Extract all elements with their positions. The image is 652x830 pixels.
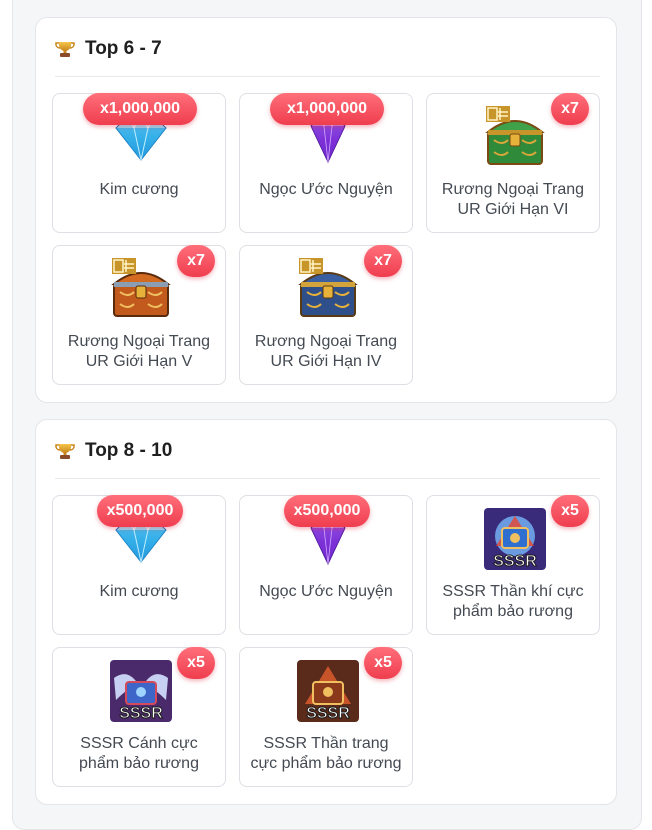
green-chest-icon <box>485 106 545 165</box>
quantity-badge: x500,000 <box>97 495 183 527</box>
reward-card[interactable]: x500,000 Ngọc Ước Nguyện <box>239 495 413 635</box>
trophy-icon <box>55 444 75 459</box>
reward-card[interactable]: x7 Rương Ngoại Trang UR Giới Hạn VI <box>426 93 600 233</box>
item-name: Ngọc Ước Nguyện <box>259 583 393 600</box>
reward-card[interactable]: SSSR x5 SSSR Cánh cực phẩm bảo rương <box>52 647 226 787</box>
quantity-badge: x7 <box>177 245 215 277</box>
reward-card[interactable]: x7 Rương Ngoại Trang UR Giới Hạn V <box>52 245 226 385</box>
section-top-6-7: Top 6 - 7 x1,000,000 Kim cương x1,000,00… <box>35 17 617 403</box>
svg-text:SSSR: SSSR <box>306 705 350 722</box>
svg-text:SSSR: SSSR <box>493 553 537 570</box>
quantity-badge: x7 <box>364 245 402 277</box>
reward-card[interactable]: x1,000,000 Kim cương <box>52 93 226 233</box>
reward-card[interactable]: SSSR x5 SSSR Thần trang cực phẩm bảo rươ… <box>239 647 413 787</box>
sssr-costume-chest-icon: SSSR <box>297 660 359 723</box>
sssr-artifact-chest-icon: SSSR <box>484 508 546 571</box>
item-name: SSSR Thần trang cực phẩm bảo rương <box>250 735 402 772</box>
quantity-badge: x1,000,000 <box>270 93 384 125</box>
orange-chest-icon <box>111 258 171 317</box>
reward-card[interactable]: x500,000 Kim cương <box>52 495 226 635</box>
item-name: SSSR Cánh cực phẩm bảo rương <box>79 735 199 772</box>
reward-card[interactable]: x7 Rương Ngoại Trang UR Giới Hạn IV <box>239 245 413 385</box>
divider <box>55 76 600 77</box>
sssr-wing-chest-icon: SSSR <box>110 660 172 723</box>
quantity-badge: x500,000 <box>284 495 370 527</box>
section-title: Top 6 - 7 <box>85 38 162 59</box>
quantity-badge: x1,000,000 <box>83 93 197 125</box>
reward-card[interactable]: SSSR x5 SSSR Thần khí cực phẩm bảo rương <box>426 495 600 635</box>
blue-chest-icon <box>298 258 358 317</box>
item-name: Rương Ngoại Trang UR Giới Hạn V <box>67 333 211 370</box>
section-header: Top 6 - 7 <box>55 34 162 64</box>
reward-card[interactable]: x1,000,000 Ngọc Ước Nguyện <box>239 93 413 233</box>
section-top-8-10: Top 8 - 10 x500,000 Kim cương x500,000 N… <box>35 419 617 805</box>
quantity-badge: x5 <box>551 495 589 527</box>
item-name: Kim cương <box>99 583 179 600</box>
trophy-icon <box>55 42 75 57</box>
section-title: Top 8 - 10 <box>85 440 173 461</box>
item-name: Ngọc Ước Nguyện <box>259 181 393 198</box>
quantity-badge: x7 <box>551 93 589 125</box>
section-header: Top 8 - 10 <box>55 436 172 466</box>
item-name: Rương Ngoại Trang UR Giới Hạn IV <box>254 333 398 370</box>
quantity-badge: x5 <box>177 647 215 679</box>
svg-text:SSSR: SSSR <box>119 705 163 722</box>
quantity-badge: x5 <box>364 647 402 679</box>
item-name: SSSR Thần khí cực phẩm bảo rương <box>442 583 584 620</box>
item-name: Kim cương <box>99 181 179 198</box>
divider <box>55 478 600 479</box>
item-name: Rương Ngoại Trang UR Giới Hạn VI <box>441 181 585 218</box>
